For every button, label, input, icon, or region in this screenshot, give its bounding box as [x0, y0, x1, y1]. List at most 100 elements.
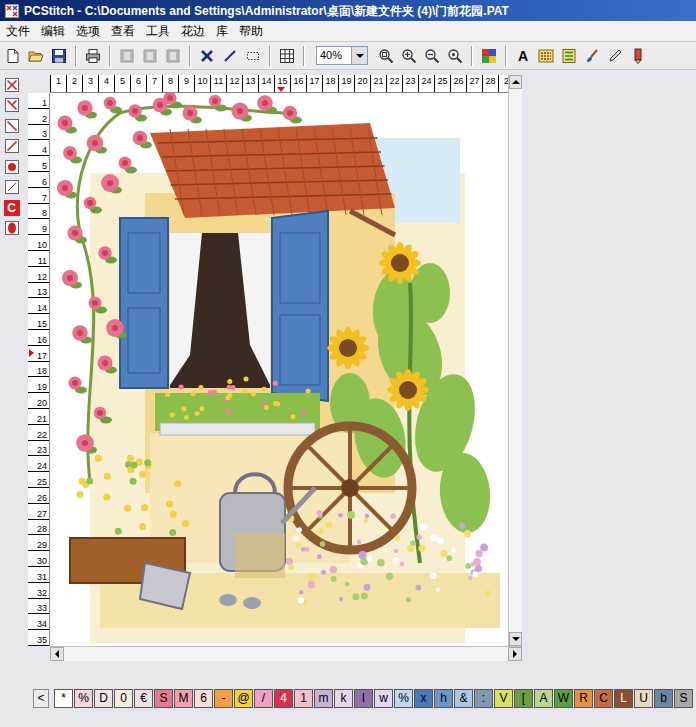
- zoom-select[interactable]: 40%: [316, 46, 368, 65]
- floss-swatch[interactable]: 0: [114, 689, 133, 708]
- swatch-symbol[interactable]: k: [341, 691, 347, 705]
- floss-swatch[interactable]: D: [94, 689, 113, 708]
- scroll-up-button[interactable]: [509, 75, 522, 89]
- toolbar-button[interactable]: [196, 45, 218, 67]
- zoom-dropdown-button[interactable]: [351, 47, 367, 64]
- toolbar-button[interactable]: [162, 45, 184, 67]
- stitch-tool-button[interactable]: [2, 137, 21, 156]
- swatch-symbol[interactable]: 1: [300, 691, 307, 705]
- floss-swatch[interactable]: 4: [274, 689, 293, 708]
- floss-swatch[interactable]: *: [54, 689, 73, 708]
- swatch-symbol[interactable]: M: [179, 691, 189, 705]
- floss-swatch[interactable]: R: [574, 689, 593, 708]
- floss-swatch[interactable]: x: [414, 689, 433, 708]
- floss-swatch[interactable]: C: [594, 689, 613, 708]
- scroll-track[interactable]: [509, 89, 522, 632]
- vertical-scrollbar[interactable]: [508, 75, 522, 646]
- scroll-track[interactable]: [64, 647, 508, 661]
- toolbar-button[interactable]: [375, 45, 397, 67]
- floss-swatch[interactable]: /: [254, 689, 273, 708]
- swatch-symbol[interactable]: A: [539, 691, 547, 705]
- swatch-symbol[interactable]: D: [99, 691, 108, 705]
- floss-swatch[interactable]: w: [374, 689, 393, 708]
- toolbar-button[interactable]: [535, 45, 557, 67]
- floss-swatch[interactable]: A: [534, 689, 553, 708]
- scroll-left-button[interactable]: [50, 647, 64, 661]
- floss-swatch[interactable]: -: [214, 689, 233, 708]
- swatch-symbol[interactable]: €: [140, 691, 147, 705]
- swatch-symbol[interactable]: @: [237, 691, 249, 705]
- swatch-symbol[interactable]: S: [159, 691, 167, 705]
- floss-swatch[interactable]: h: [434, 689, 453, 708]
- toolbar-button[interactable]: [478, 45, 500, 67]
- floss-swatch[interactable]: V: [494, 689, 513, 708]
- floss-swatch[interactable]: k: [334, 689, 353, 708]
- toolbar-button[interactable]: [2, 45, 24, 67]
- swatch-symbol[interactable]: /: [262, 691, 265, 705]
- stitch-tool-button[interactable]: [2, 116, 21, 135]
- floss-swatch[interactable]: %: [394, 689, 413, 708]
- toolbar-button[interactable]: [116, 45, 138, 67]
- toolbar-button[interactable]: [139, 45, 161, 67]
- text-tool-button[interactable]: A: [512, 45, 534, 67]
- menu-item[interactable]: 花边: [175, 21, 210, 41]
- swatch-symbol[interactable]: h: [440, 691, 447, 705]
- stitch-tool-button[interactable]: [2, 178, 21, 197]
- toolbar-button[interactable]: [627, 45, 649, 67]
- floss-swatch[interactable]: L: [614, 689, 633, 708]
- swatch-symbol[interactable]: W: [558, 691, 569, 705]
- stitch-tool-button[interactable]: [2, 75, 21, 94]
- toolbar-button[interactable]: [558, 45, 580, 67]
- menu-item[interactable]: 选项: [70, 21, 105, 41]
- floss-swatch[interactable]: :: [474, 689, 493, 708]
- palette-scroll-left-button[interactable]: <: [33, 689, 49, 708]
- stitch-tool-button[interactable]: C: [2, 198, 21, 217]
- menu-item[interactable]: 编辑: [35, 21, 70, 41]
- menu-item[interactable]: 文件: [0, 21, 35, 41]
- swatch-symbol[interactable]: V: [499, 691, 507, 705]
- swatch-symbol[interactable]: &: [459, 691, 467, 705]
- toolbar-button[interactable]: [276, 45, 298, 67]
- swatch-symbol[interactable]: b: [660, 691, 667, 705]
- toolbar-button[interactable]: [604, 45, 626, 67]
- toolbar-button[interactable]: [25, 45, 47, 67]
- floss-swatch[interactable]: S: [674, 689, 693, 708]
- stitch-tool-button[interactable]: [2, 96, 21, 115]
- zoom-value[interactable]: 40%: [317, 47, 351, 64]
- swatch-symbol[interactable]: x: [421, 691, 427, 705]
- swatch-symbol[interactable]: S: [679, 691, 687, 705]
- toolbar-button[interactable]: [48, 45, 70, 67]
- swatch-symbol[interactable]: R: [579, 691, 588, 705]
- toolbar-button[interactable]: [242, 45, 264, 67]
- menu-item[interactable]: 帮助: [233, 21, 268, 41]
- horizontal-scrollbar[interactable]: [50, 646, 522, 661]
- toolbar-button[interactable]: [82, 45, 104, 67]
- menu-item[interactable]: 库: [210, 21, 233, 41]
- floss-swatch[interactable]: W: [554, 689, 573, 708]
- stitch-tool-button[interactable]: [2, 219, 21, 238]
- menu-item[interactable]: 查看: [105, 21, 140, 41]
- text-stitch-label[interactable]: C: [4, 200, 20, 216]
- toolbar-button[interactable]: [398, 45, 420, 67]
- swatch-symbol[interactable]: %: [78, 691, 89, 705]
- floss-swatch[interactable]: U: [634, 689, 653, 708]
- swatch-symbol[interactable]: [: [522, 691, 525, 705]
- floss-swatch[interactable]: 1: [294, 689, 313, 708]
- floss-swatch[interactable]: €: [134, 689, 153, 708]
- floss-swatch[interactable]: %: [74, 689, 93, 708]
- menu-item[interactable]: 工具: [140, 21, 175, 41]
- swatch-symbol[interactable]: 0: [120, 691, 127, 705]
- floss-swatch[interactable]: &: [454, 689, 473, 708]
- swatch-symbol[interactable]: :: [482, 691, 485, 705]
- floss-swatch[interactable]: m: [314, 689, 333, 708]
- scroll-right-button[interactable]: [508, 647, 522, 661]
- swatch-symbol[interactable]: C: [599, 691, 608, 705]
- floss-swatch[interactable]: @: [234, 689, 253, 708]
- floss-swatch[interactable]: [: [514, 689, 533, 708]
- floss-swatch[interactable]: b: [654, 689, 673, 708]
- floss-swatch[interactable]: S: [154, 689, 173, 708]
- swatch-symbol[interactable]: U: [639, 691, 648, 705]
- floss-swatch[interactable]: M: [174, 689, 193, 708]
- pattern-canvas[interactable]: [50, 93, 508, 646]
- swatch-symbol[interactable]: I: [362, 691, 365, 705]
